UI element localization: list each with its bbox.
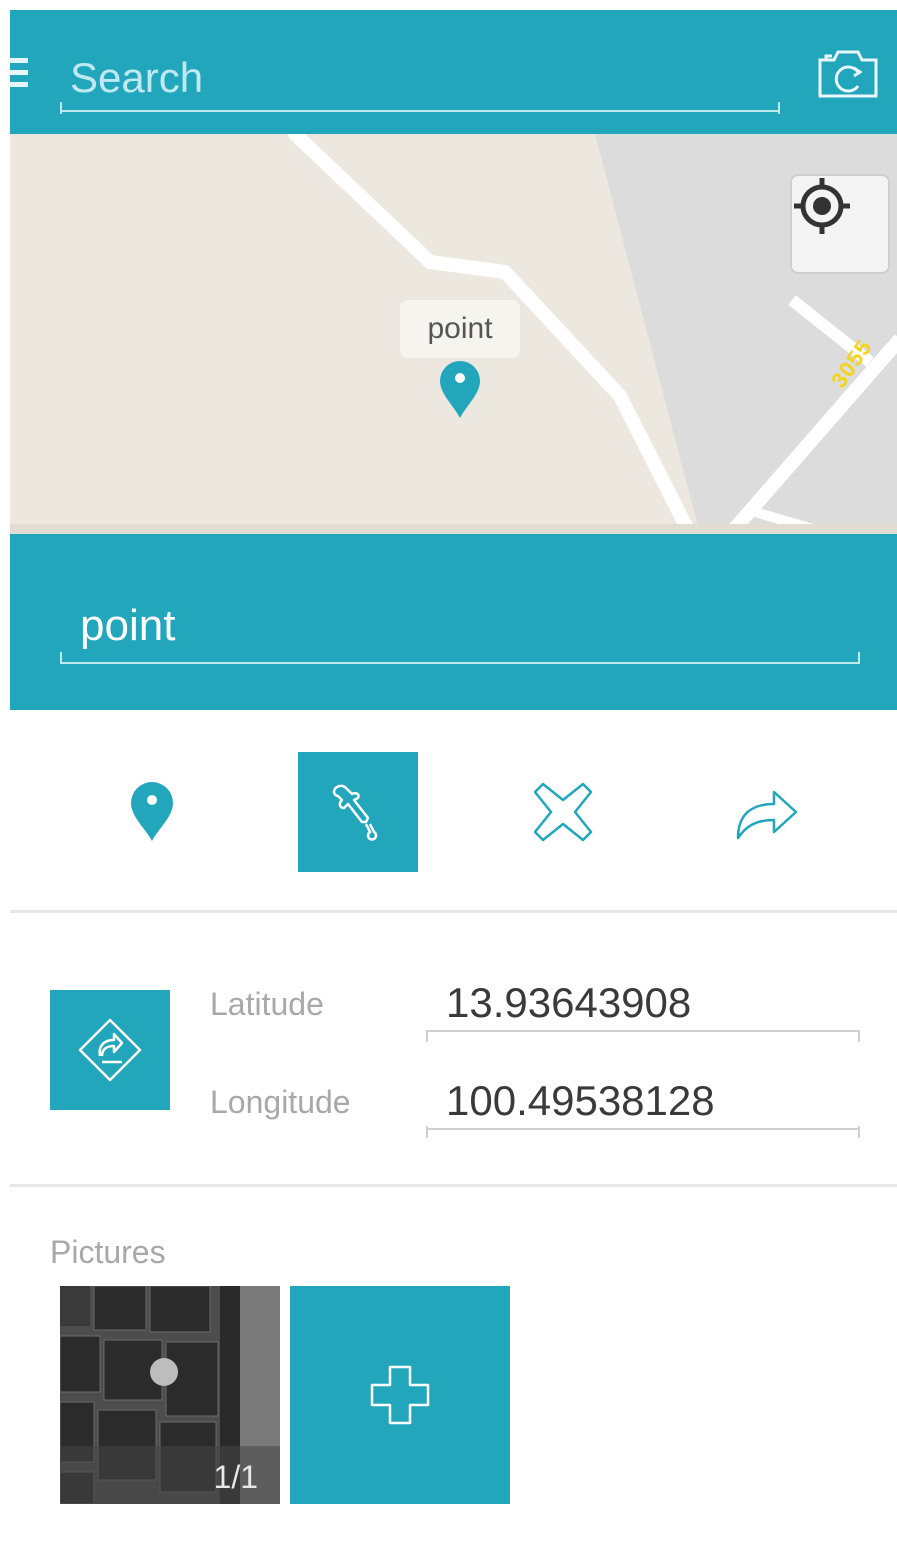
latitude-label: Latitude (210, 986, 324, 1022)
plus-icon (370, 1365, 430, 1425)
top-bar (10, 10, 897, 134)
share-icon (736, 790, 798, 840)
locate-icon (794, 178, 850, 234)
pictures-label: Pictures (50, 1234, 166, 1270)
menu-icon[interactable] (10, 58, 28, 94)
share-tool-button[interactable] (707, 752, 827, 872)
eyedropper-icon (332, 784, 378, 841)
longitude-field[interactable] (426, 1074, 860, 1130)
search-input[interactable] (60, 46, 780, 112)
eyedropper-tool-button[interactable] (298, 752, 418, 872)
app-screen: point 3055 (10, 10, 897, 1548)
delete-tool-button[interactable] (503, 752, 623, 872)
update-location-button[interactable] (50, 990, 170, 1110)
marker-tool-button[interactable] (92, 752, 212, 872)
picture-counter: 1/1 (60, 1446, 280, 1504)
camera-icon[interactable] (816, 46, 880, 100)
point-name-field[interactable] (60, 590, 860, 664)
divider (10, 1184, 897, 1187)
locate-button[interactable] (790, 174, 890, 274)
name-panel (10, 534, 897, 710)
close-icon (533, 782, 593, 842)
map-marker-icon[interactable] (438, 360, 482, 420)
picture-counter-text: 1/1 (213, 1459, 258, 1495)
sync-icon (78, 1018, 142, 1082)
map-marker-label: point (400, 300, 520, 358)
picture-thumbnail[interactable]: 1/1 (60, 1286, 280, 1504)
add-picture-button[interactable] (290, 1286, 510, 1504)
divider (10, 910, 897, 913)
map-marker-icon (131, 782, 173, 841)
map-view[interactable]: point 3055 (10, 134, 897, 534)
latitude-field[interactable] (426, 976, 860, 1032)
longitude-label: Longitude (210, 1084, 351, 1120)
